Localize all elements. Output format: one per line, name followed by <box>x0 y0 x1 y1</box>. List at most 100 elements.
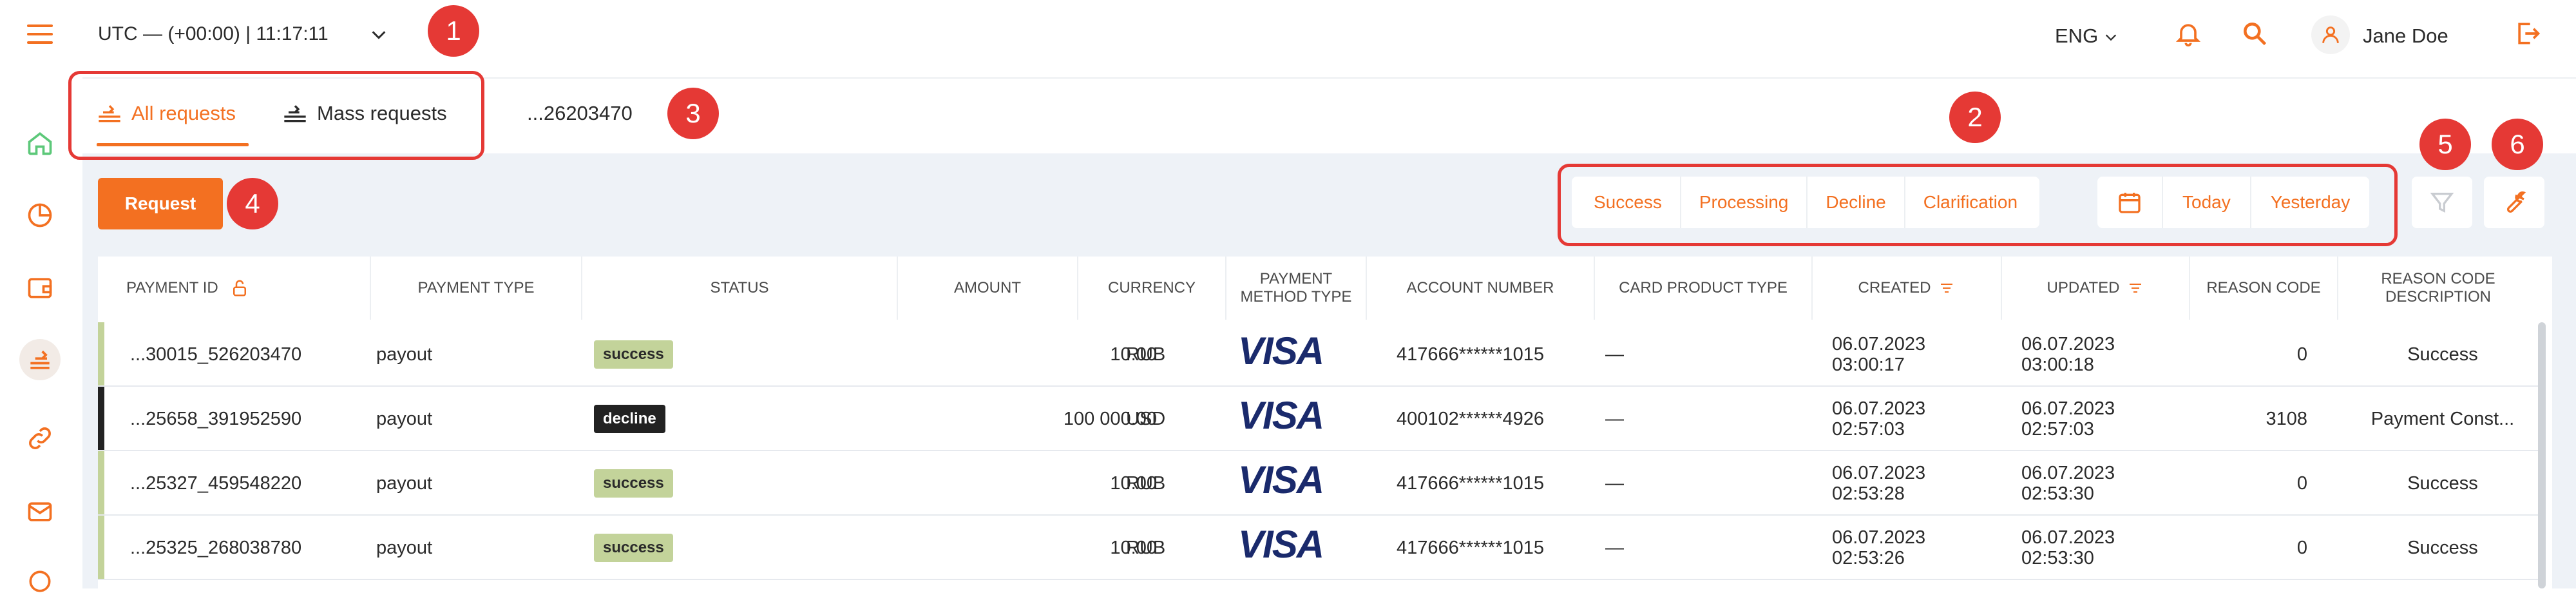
created-date: 06.07.2023 03:00:17 <box>1832 334 1925 375</box>
column-header-payment-method-type[interactable]: PAYMENT METHOD TYPE <box>1226 257 1367 320</box>
reason-code: 0 <box>2296 538 2307 558</box>
currency: RUB <box>1126 344 1166 365</box>
status-bar <box>98 387 104 450</box>
table-row[interactable]: ...25327_459548220 payout success 10.00 … <box>98 451 2539 516</box>
time: 02:57:03 <box>2021 419 2094 440</box>
timezone-selector[interactable]: UTC — (+00:00) | 11:17:11 <box>98 23 329 45</box>
wallet-icon[interactable] <box>19 267 61 308</box>
time: 02:53:26 <box>1832 548 1905 568</box>
time: 03:00:18 <box>2021 354 2094 375</box>
time: 03:00:17 <box>1832 354 1905 375</box>
callout-number: 3 <box>667 88 719 139</box>
reason-code: 0 <box>2296 473 2307 494</box>
callout-box <box>1558 164 2398 246</box>
updated-date: 06.07.2023 02:53:30 <box>2021 527 2115 568</box>
column-header-reason-code-description[interactable]: REASON CODE DESCRIPTION <box>2338 257 2538 320</box>
created-date: 06.07.2023 02:53:28 <box>1832 463 1925 504</box>
column-label: CREATED <box>1858 279 1931 296</box>
search-icon[interactable] <box>2240 19 2269 51</box>
column-header-reason-code[interactable]: REASON CODE <box>2190 257 2338 320</box>
settings-icon[interactable] <box>19 561 61 602</box>
reason-description: Success <box>2407 473 2478 494</box>
payment-id: ...30015_526203470 <box>130 344 302 365</box>
column-header-amount[interactable]: AMOUNT <box>898 257 1078 320</box>
scrollbar[interactable] <box>2538 322 2546 588</box>
chevron-down-icon[interactable] <box>370 28 388 44</box>
funnel-icon <box>2430 193 2454 213</box>
table-row[interactable]: ...25658_391952590 payout decline 100 00… <box>98 387 2539 451</box>
date: 06.07.2023 <box>1832 527 1926 548</box>
card-product-type: — <box>1605 409 1624 429</box>
time: 02:57:03 <box>1832 419 1905 440</box>
payments-icon[interactable] <box>19 339 61 380</box>
column-header-account-number[interactable]: ACCOUNT NUMBER <box>1367 257 1595 320</box>
currency: USD <box>1126 409 1166 429</box>
column-header-payment-type[interactable]: PAYMENT TYPE <box>371 257 582 320</box>
column-header-card-product-type[interactable]: CARD PRODUCT TYPE <box>1595 257 1813 320</box>
mail-icon[interactable] <box>19 491 61 532</box>
reason-description: Payment Const... <box>2371 409 2515 429</box>
status-bar <box>98 322 104 385</box>
column-header-status[interactable]: STATUS <box>582 257 898 320</box>
column-header-payment-id[interactable]: PAYMENT ID <box>98 257 371 320</box>
logout-icon[interactable] <box>2514 19 2542 51</box>
date: 06.07.2023 <box>1832 463 1926 483</box>
column-label: PAYMENT ID <box>126 279 218 296</box>
table-row[interactable]: ...25325_268038780 payout success 10.00 … <box>98 516 2539 580</box>
visa-logo: VISA <box>1238 329 1324 373</box>
table-row[interactable]: ...30015_526203470 payout success 10.00 … <box>98 322 2539 387</box>
pie-chart-icon[interactable] <box>19 195 61 236</box>
settings-button[interactable] <box>2484 177 2544 228</box>
menu-icon[interactable] <box>27 24 53 44</box>
callout-number: 1 <box>428 5 479 57</box>
avatar[interactable] <box>2311 15 2350 54</box>
updated-date: 06.07.2023 02:53:30 <box>2021 463 2115 504</box>
payment-id: ...25325_268038780 <box>130 538 302 558</box>
payment-type: payout <box>376 344 433 365</box>
updated-date: 06.07.2023 03:00:18 <box>2021 334 2115 375</box>
time: 02:53:30 <box>2021 548 2094 568</box>
bell-icon[interactable] <box>2174 19 2202 51</box>
payment-id: ...25658_391952590 <box>130 409 302 429</box>
column-header-currency[interactable]: CURRENCY <box>1078 257 1226 320</box>
tab-search-result[interactable]: ...26203470 <box>527 102 633 125</box>
account-number: 417666******1015 <box>1397 344 1544 365</box>
date: 06.07.2023 <box>2021 463 2115 483</box>
language-selector[interactable]: ENG <box>2055 24 2118 48</box>
status-badge: decline <box>594 405 665 433</box>
user-icon <box>2322 26 2339 43</box>
status-bar <box>98 516 104 579</box>
time: 02:53:28 <box>1832 483 1905 504</box>
request-button[interactable]: Request <box>98 178 223 229</box>
date: 06.07.2023 <box>2021 527 2115 548</box>
lock-icon[interactable] <box>230 278 249 298</box>
payment-type: payout <box>376 473 433 494</box>
status-badge: success <box>594 534 673 562</box>
home-icon[interactable] <box>19 122 61 164</box>
visa-logo: VISA <box>1238 523 1324 566</box>
user-name[interactable]: Jane Doe <box>2363 24 2448 48</box>
visa-logo: VISA <box>1238 458 1324 501</box>
callout-number: 4 <box>227 178 278 229</box>
clock-time: 11:17:11 <box>256 23 329 44</box>
reason-code: 3108 <box>2266 409 2307 429</box>
date: 06.07.2023 <box>1832 334 1926 354</box>
column-header-created[interactable]: CREATED <box>1813 257 2002 320</box>
column-label: UPDATED <box>2046 279 2120 296</box>
date: 06.07.2023 <box>1832 398 1926 419</box>
reason-description: Success <box>2407 538 2478 558</box>
payment-type: payout <box>376 538 433 558</box>
column-header-updated[interactable]: UPDATED <box>2002 257 2190 320</box>
callout-box <box>68 71 484 160</box>
status-badge: success <box>594 340 673 369</box>
callout-number: 6 <box>2492 119 2543 170</box>
date: 06.07.2023 <box>2021 334 2115 354</box>
card-product-type: — <box>1605 538 1624 558</box>
sort-icon[interactable] <box>1938 282 1955 295</box>
card-product-type: — <box>1605 473 1624 494</box>
currency: RUB <box>1126 473 1166 494</box>
filter-button[interactable] <box>2412 177 2472 228</box>
chevron-down-icon <box>2105 34 2116 41</box>
sort-icon[interactable] <box>2127 282 2144 295</box>
link-icon[interactable] <box>19 418 61 459</box>
